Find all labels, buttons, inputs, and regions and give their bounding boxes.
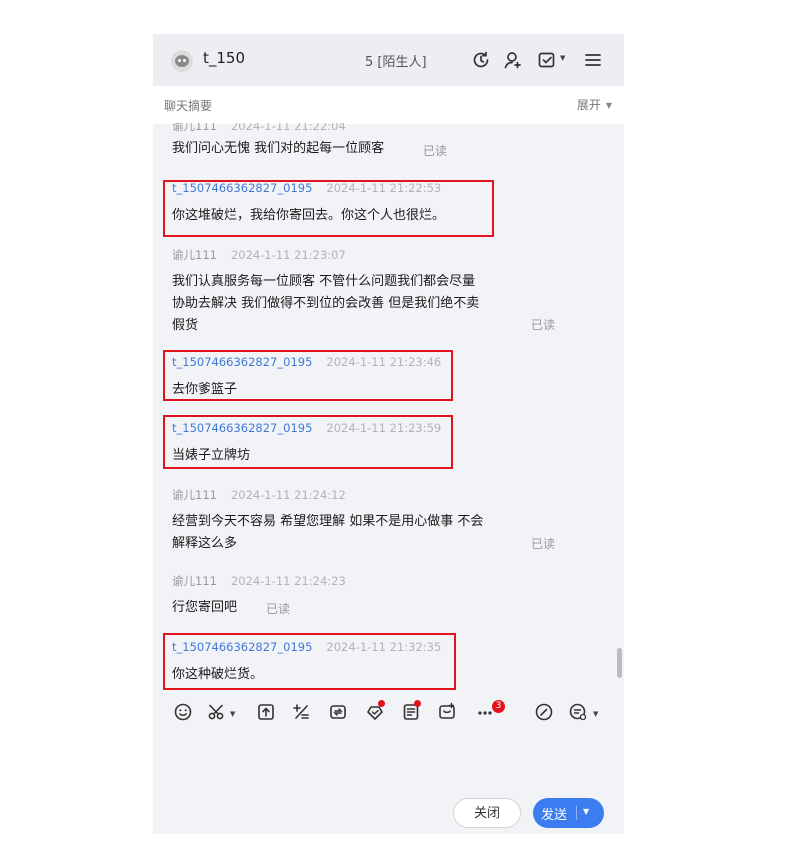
upload-icon[interactable] bbox=[256, 702, 276, 722]
read-status: 已读 bbox=[266, 602, 291, 616]
chat-panel: t_150 5 [陌生人] ▼ 聊天摘要 展开 ▼ 谕儿111 2024-1-11 … bbox=[153, 34, 624, 834]
message-text: 协助去解决 我们做得不到位的会改善 但是我们绝不卖 bbox=[172, 296, 480, 311]
send-button[interactable]: 发送 ▼ bbox=[533, 798, 604, 828]
contact-name: t_150 bbox=[203, 49, 246, 67]
message-settings-icon[interactable] bbox=[568, 702, 588, 722]
read-status: 已读 bbox=[531, 318, 556, 332]
message-meta: 谕儿111 2024-1-11 21:24:23 bbox=[172, 574, 346, 588]
message-text: 当婊子立牌坊 bbox=[172, 448, 251, 463]
gift-card-icon[interactable] bbox=[437, 702, 457, 722]
avatar[interactable] bbox=[171, 50, 193, 72]
notification-dot bbox=[378, 700, 385, 707]
history-icon[interactable] bbox=[471, 50, 491, 70]
message-text: 去你爹篮子 bbox=[172, 382, 238, 397]
notification-dot bbox=[414, 700, 421, 707]
message-meta: t_1507466362827_0195 2024-1-11 21:22:53 bbox=[172, 181, 442, 195]
message-meta: 谕儿111 2024-1-11 21:24:12 bbox=[172, 488, 346, 502]
expand-button[interactable]: 展开 ▼ bbox=[577, 96, 612, 113]
contact-tag: 5 [陌生人] bbox=[365, 55, 427, 70]
message-text: 经营到今天不容易 希望您理解 如果不是用心做事 不会 bbox=[172, 514, 484, 529]
task-check-icon[interactable] bbox=[537, 50, 557, 70]
scrollbar-thumb[interactable] bbox=[617, 648, 622, 678]
chevron-down-icon[interactable]: ▼ bbox=[583, 807, 589, 816]
add-contact-icon[interactable] bbox=[503, 50, 523, 70]
scissors-icon[interactable] bbox=[207, 702, 227, 722]
read-status: 已读 bbox=[423, 144, 448, 158]
more-badge: 3 bbox=[492, 700, 505, 713]
message-text: 行您寄回吧 bbox=[172, 600, 238, 615]
message-meta: t_1507466362827_0195 2024-1-11 21:23:59 bbox=[172, 421, 442, 435]
transfer-icon[interactable] bbox=[328, 702, 348, 722]
message-meta: t_1507466362827_0195 2024-1-11 21:32:35 bbox=[172, 640, 442, 654]
message-text: 你这堆破烂，我给你寄回去。你这个人也很烂。 bbox=[172, 208, 446, 223]
summary-label: 聊天摘要 bbox=[164, 99, 213, 113]
input-toolbar: ▼ 3 ▼ bbox=[153, 696, 624, 726]
message-input[interactable] bbox=[153, 728, 624, 788]
message-text: 我们问心无愧 我们对的起每一位顾客 bbox=[172, 141, 385, 156]
chevron-down-icon[interactable]: ▼ bbox=[230, 710, 235, 718]
chat-header: t_150 5 [陌生人] ▼ bbox=[153, 34, 624, 86]
chevron-down-icon: ▼ bbox=[605, 101, 612, 110]
menu-icon[interactable] bbox=[583, 50, 603, 70]
message-meta: 谕儿111 2024-1-11 21:23:07 bbox=[172, 248, 346, 262]
speed-icon[interactable] bbox=[534, 702, 554, 722]
read-status: 已读 bbox=[531, 537, 556, 551]
message-text: 解释这么多 bbox=[172, 536, 238, 551]
close-button[interactable]: 关闭 bbox=[453, 798, 521, 828]
chat-summary-bar: 聊天摘要 展开 ▼ bbox=[153, 86, 624, 124]
chevron-down-icon[interactable]: ▼ bbox=[593, 710, 598, 718]
chevron-down-icon[interactable]: ▼ bbox=[560, 54, 565, 62]
emoji-icon[interactable] bbox=[173, 702, 193, 722]
message-meta: t_1507466362827_0195 2024-1-11 21:23:46 bbox=[172, 355, 442, 369]
message-text: 我们认真服务每一位顾客 不管什么问题我们都会尽量 bbox=[172, 274, 476, 289]
quick-reply-icon[interactable] bbox=[291, 702, 311, 722]
message-text: 你这种破烂货。 bbox=[172, 667, 264, 682]
message-text: 假货 bbox=[172, 318, 199, 333]
